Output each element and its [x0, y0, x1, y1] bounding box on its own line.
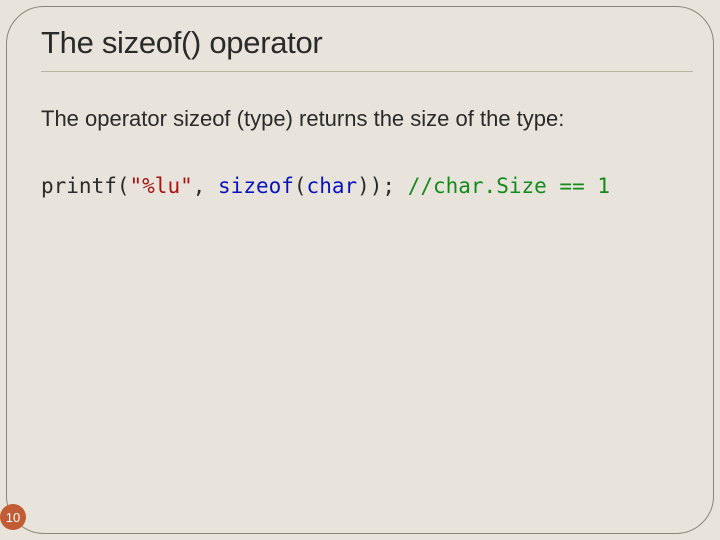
slide-title: The sizeof() operator [41, 25, 693, 61]
code-plain: , [193, 174, 218, 198]
slide-body-text: The operator sizeof (type) returns the s… [41, 106, 693, 132]
code-keyword-sizeof: sizeof [218, 174, 294, 198]
code-sample: printf("%lu", sizeof(char)); //char.Size… [41, 174, 693, 198]
title-divider [41, 71, 693, 72]
code-plain: printf( [41, 174, 130, 198]
code-string-literal: "%lu" [130, 174, 193, 198]
code-plain: ( [294, 174, 307, 198]
code-keyword-char: char [307, 174, 358, 198]
slide-frame: The sizeof() operator The operator sizeo… [6, 6, 714, 534]
page-number-badge: 10 [0, 504, 26, 530]
code-comment: //char.Size == 1 [408, 174, 610, 198]
code-plain: )); [357, 174, 408, 198]
